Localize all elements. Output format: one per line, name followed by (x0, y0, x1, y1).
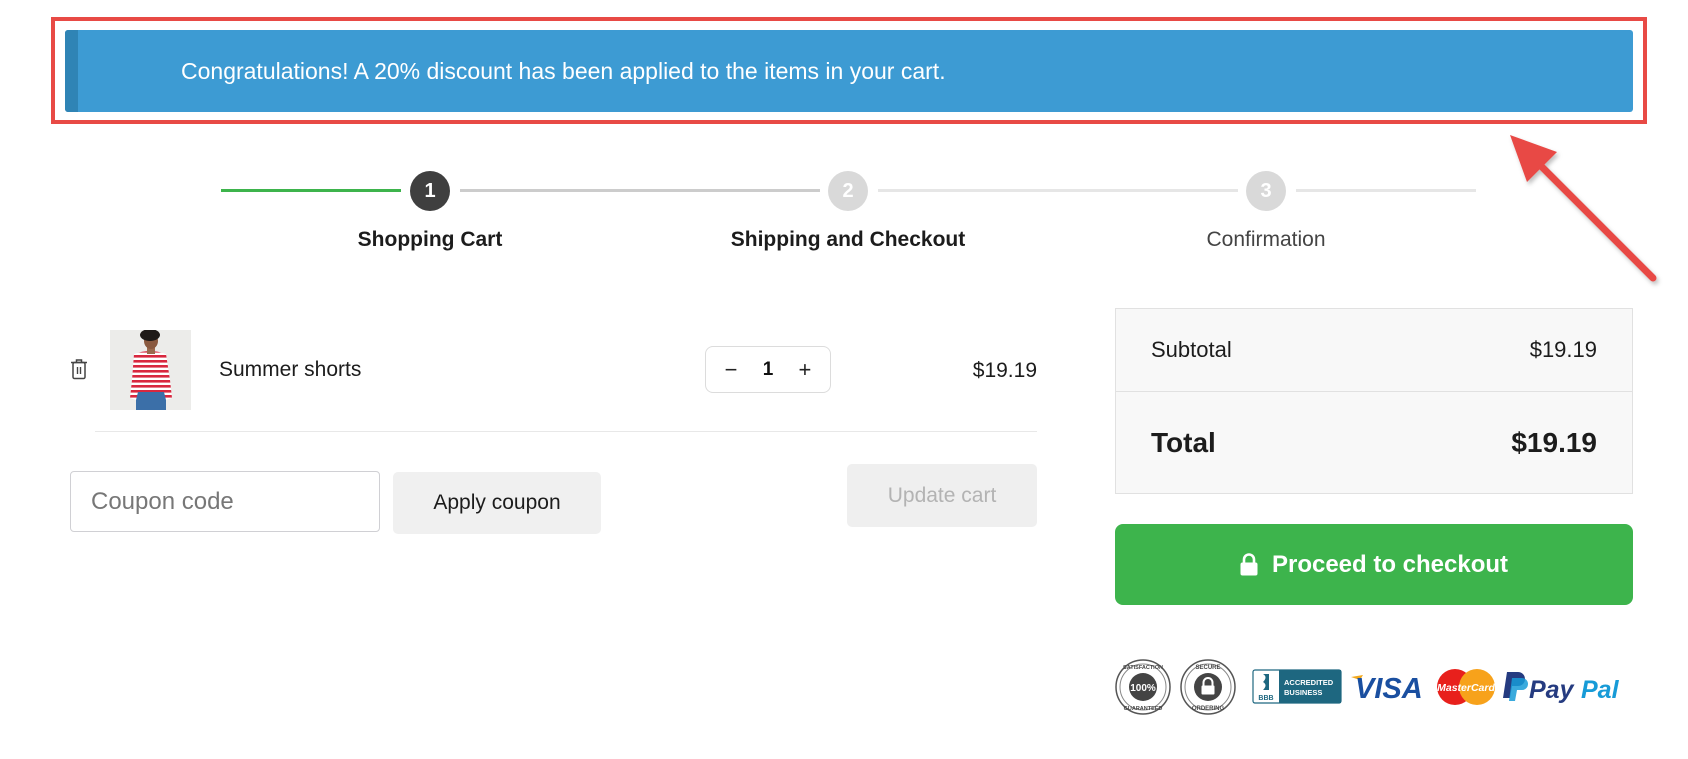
line-item-price: $19.19 (972, 359, 1037, 382)
stepper-line (878, 189, 1238, 192)
qty-increment-button[interactable]: + (794, 357, 816, 383)
secure-top-text: SECURE (1195, 665, 1220, 671)
qty-value[interactable]: 1 (763, 359, 774, 381)
subtotal-row: Subtotal $19.19 (1116, 309, 1632, 392)
satisfaction-bottom-text: GUARANTEED (1124, 706, 1163, 712)
satisfaction-top-text: SATISFACTION (1123, 665, 1163, 671)
stepper-line (460, 189, 820, 192)
subtotal-label: Subtotal (1151, 337, 1232, 362)
secure-ordering-badge-icon: SECURE ORDERING (1180, 659, 1236, 715)
quantity-stepper: − 1 + (705, 346, 831, 393)
proceed-to-checkout-button[interactable]: Proceed to checkout (1115, 524, 1633, 605)
bbb-line2-text: BUSINESS (1284, 688, 1322, 697)
step-3-label: Confirmation (1206, 228, 1326, 251)
paypal-pal-text: Pal (1581, 676, 1620, 704)
qty-decrement-button[interactable]: − (720, 357, 742, 383)
step-1-label: Shopping Cart (357, 228, 503, 251)
trust-badges: 100% SATISFACTION GUARANTEED SECURE ORDE… (1115, 658, 1635, 716)
paypal-pay-text: Pay (1529, 676, 1575, 704)
product-thumbnail[interactable] (110, 330, 191, 410)
paypal-logo-icon: Pay Pal (1503, 672, 1620, 704)
coupon-code-input[interactable] (70, 471, 380, 532)
step-2-label: Shipping and Checkout (730, 228, 966, 251)
total-value: $19.19 (1511, 426, 1597, 458)
update-cart-button[interactable]: Update cart (847, 464, 1037, 527)
step-3-indicator: 3 (1246, 171, 1286, 211)
visa-logo-icon: VISA (1351, 673, 1423, 705)
lock-icon (1240, 553, 1258, 576)
satisfaction-center-text: 100% (1130, 683, 1156, 694)
trash-icon[interactable] (70, 358, 88, 380)
annotation-highlight-frame (51, 17, 1647, 124)
product-name[interactable]: Summer shorts (219, 358, 361, 382)
bbb-mark-text: BBB (1258, 695, 1273, 702)
bbb-accredited-badge-icon: BBB ACCREDITED BUSINESS (1252, 669, 1342, 704)
apply-coupon-button[interactable]: Apply coupon (393, 472, 601, 534)
step-1-indicator: 1 (410, 171, 450, 211)
checkout-label: Proceed to checkout (1271, 550, 1509, 578)
stepper-line (1296, 189, 1476, 192)
stepper-line-completed (221, 189, 401, 192)
step-2-indicator: 2 (828, 171, 868, 211)
total-row: Total $19.19 (1116, 392, 1632, 493)
row-divider (95, 431, 1037, 432)
cart-totals: Subtotal $19.19 Total $19.19 (1115, 308, 1633, 494)
mastercard-text: MasterCard (1437, 682, 1495, 694)
subtotal-value: $19.19 (1529, 337, 1597, 362)
total-label: Total (1151, 426, 1216, 458)
visa-text: VISA (1355, 673, 1423, 705)
secure-bottom-text: ORDERING (1192, 706, 1225, 712)
satisfaction-guaranteed-badge-icon: 100% SATISFACTION GUARANTEED (1115, 659, 1171, 715)
mastercard-logo-icon: MasterCard (1437, 669, 1495, 705)
bbb-line1-text: ACCREDITED (1284, 678, 1334, 687)
